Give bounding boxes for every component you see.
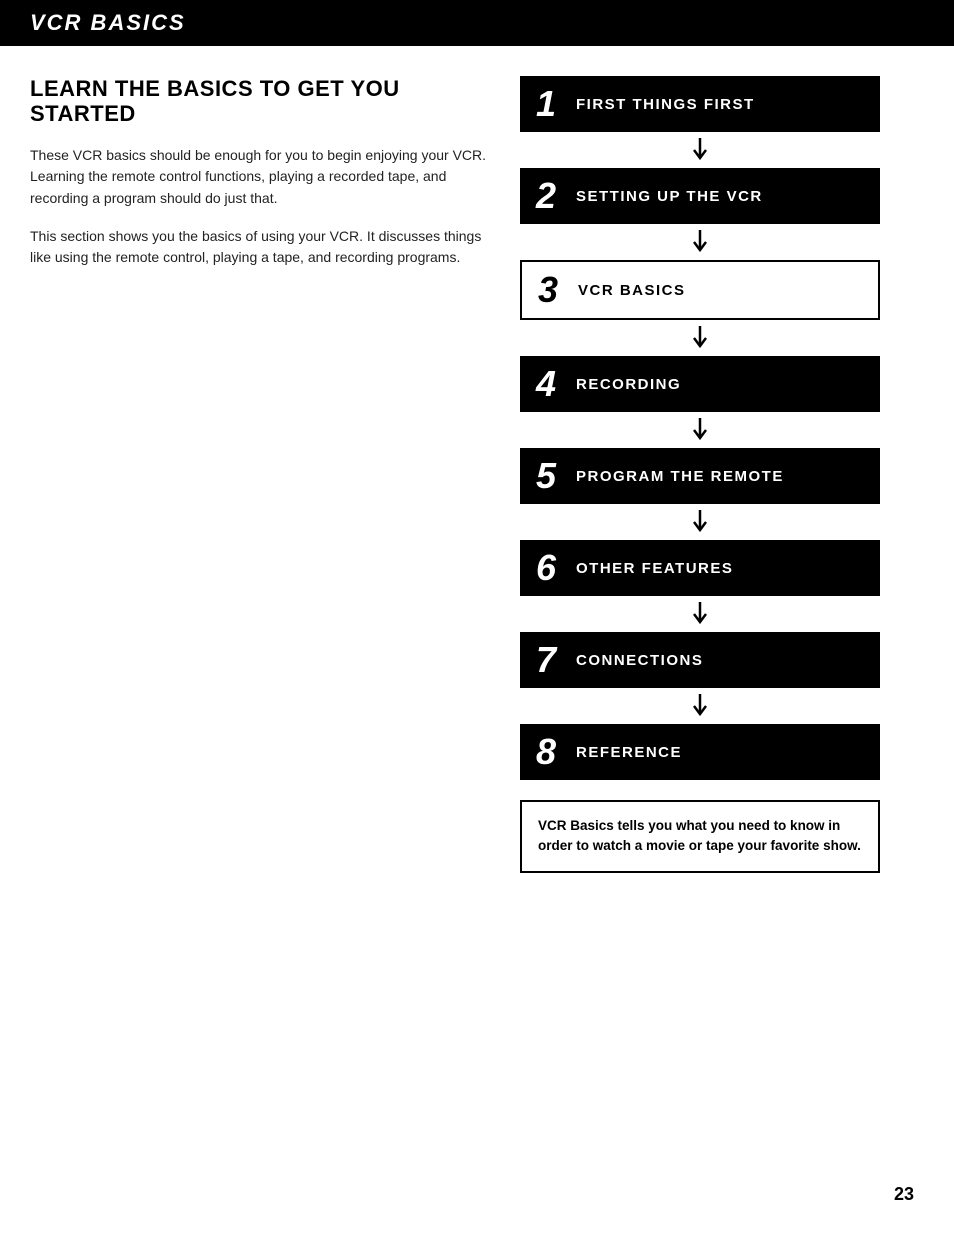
step-item-6: 6 OTHER FEATURES (520, 540, 880, 596)
arrow-connector (520, 132, 880, 168)
arrow-connector (520, 320, 880, 356)
step-number-7: 7 (536, 642, 564, 678)
step-number-1: 1 (536, 86, 564, 122)
step-label-8: REFERENCE (576, 744, 682, 761)
step-item-3: 3 VCR BASICS (520, 260, 880, 320)
step-label-4: RECORDING (576, 376, 681, 393)
arrow-connector (520, 596, 880, 632)
page-number: 23 (894, 1184, 914, 1205)
arrow-connector (520, 688, 880, 724)
body-paragraph-1: These VCR basics should be enough for yo… (30, 145, 490, 210)
step-number-5: 5 (536, 458, 564, 494)
step-label-2: SETTING UP THE VCR (576, 188, 763, 205)
step-number-3: 3 (538, 272, 566, 308)
arrow-connector (520, 224, 880, 260)
step-item-5: 5 PROGRAM THE REMOTE (520, 448, 880, 504)
step-item-7: 7 CONNECTIONS (520, 632, 880, 688)
step-label-5: PROGRAM THE REMOTE (576, 468, 784, 485)
arrow-connector (520, 412, 880, 448)
body-paragraph-2: This section shows you the basics of usi… (30, 226, 490, 269)
step-number-8: 8 (536, 734, 564, 770)
arrow-connector (520, 504, 880, 540)
step-label-7: CONNECTIONS (576, 652, 703, 669)
page-header-title: VCR BASICS (30, 10, 186, 35)
note-box: VCR Basics tells you what you need to kn… (520, 800, 880, 873)
page-header: VCR BASICS (0, 0, 954, 46)
step-number-2: 2 (536, 178, 564, 214)
left-column: LEARN THE BASICS TO GET YOU STARTED Thes… (30, 76, 490, 873)
step-number-4: 4 (536, 366, 564, 402)
step-number-6: 6 (536, 550, 564, 586)
step-item-8: 8 REFERENCE (520, 724, 880, 780)
step-label-6: OTHER FEATURES (576, 560, 733, 577)
step-item-2: 2 SETTING UP THE VCR (520, 168, 880, 224)
step-item-4: 4 RECORDING (520, 356, 880, 412)
section-title: LEARN THE BASICS TO GET YOU STARTED (30, 76, 490, 127)
step-label-3: VCR BASICS (578, 282, 686, 299)
step-item-1: 1 FIRST THINGS FIRST (520, 76, 880, 132)
steps-column: 1FIRST THINGS FIRST 2SETTING UP THE VCR … (520, 76, 880, 873)
step-label-1: FIRST THINGS FIRST (576, 96, 755, 113)
